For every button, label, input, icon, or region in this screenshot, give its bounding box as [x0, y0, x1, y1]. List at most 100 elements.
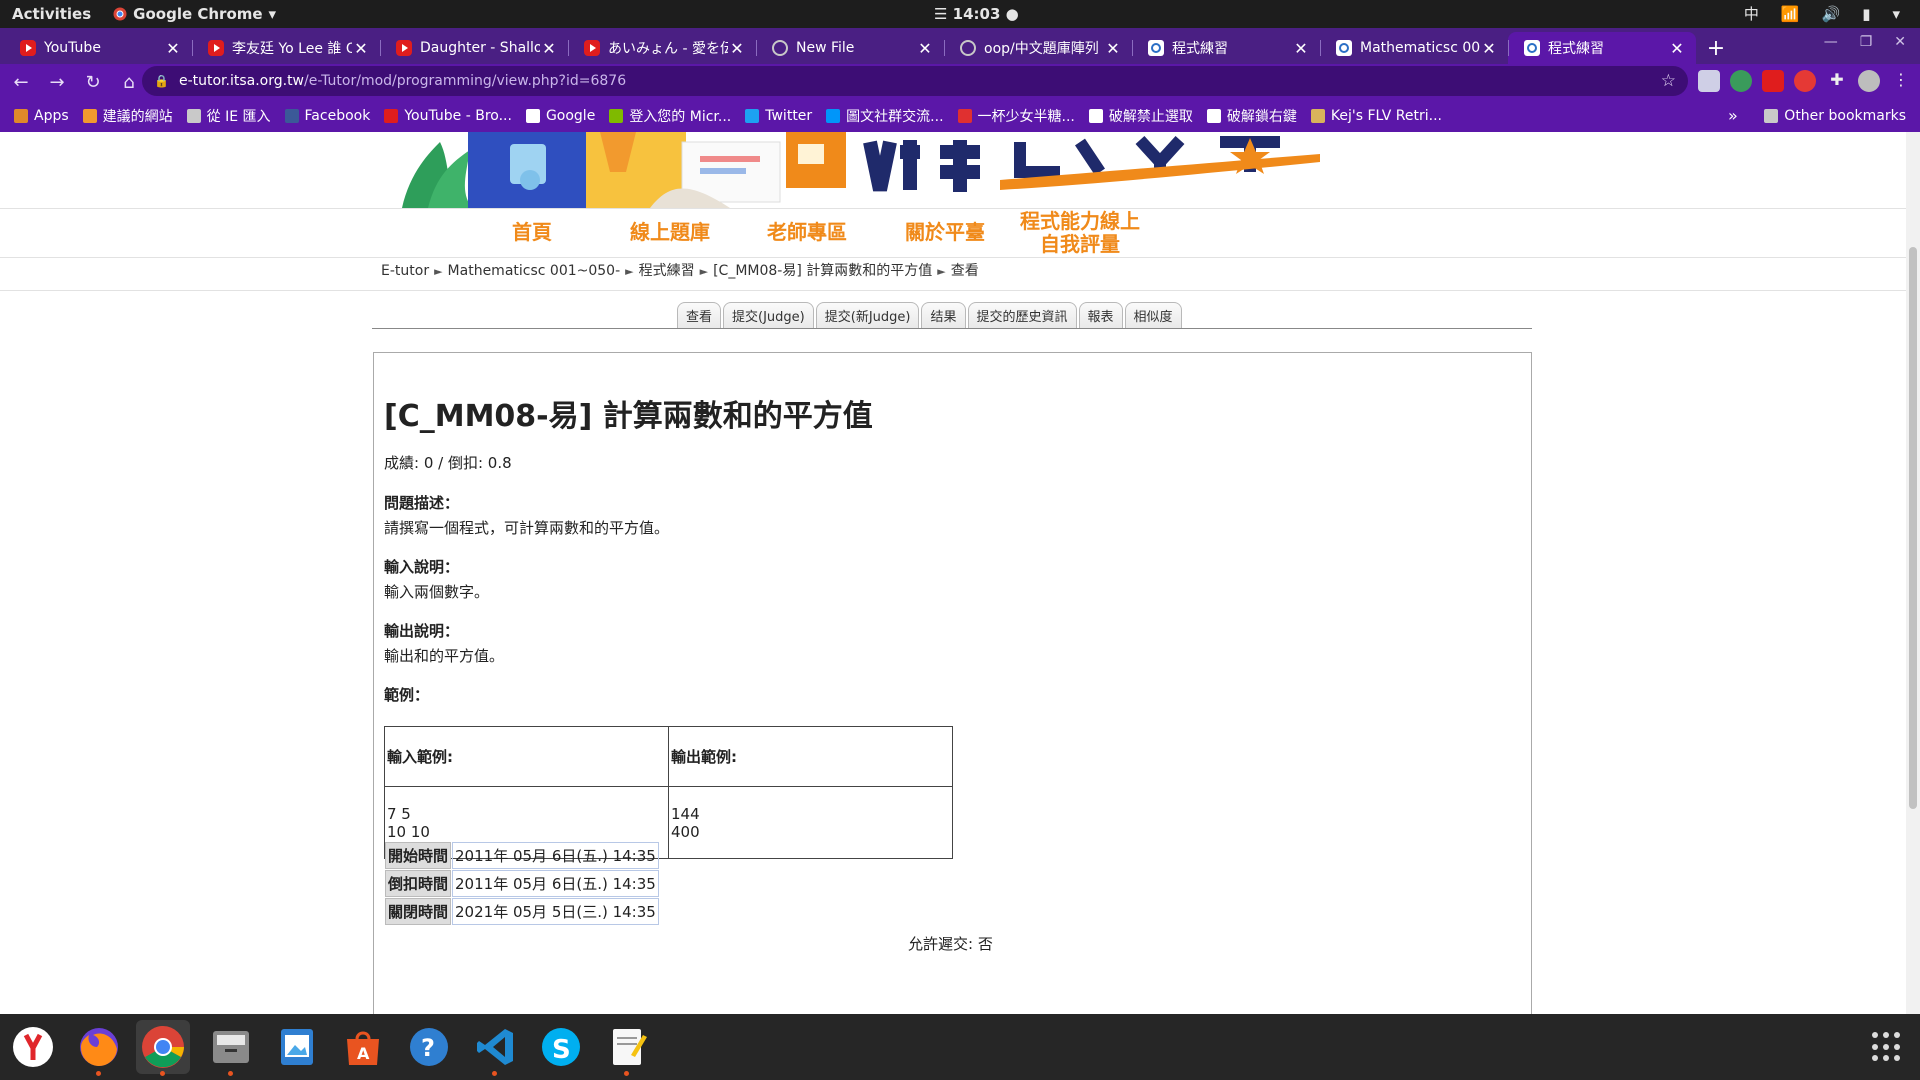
browser-tab[interactable]: 李友廷 Yo Lee 誰 O ✕ [192, 32, 380, 64]
bookmark-item[interactable]: 建議的網站 [82, 106, 173, 126]
extension-video-icon[interactable] [1762, 70, 1784, 92]
firefox-icon [80, 1028, 118, 1067]
dock-vscode[interactable] [468, 1020, 522, 1076]
bookmark-item[interactable]: 破解鎖右鍵 [1206, 106, 1297, 126]
nav-problem-bank[interactable]: 線上題庫 [630, 221, 710, 244]
close-tab-icon[interactable]: ✕ [728, 39, 746, 58]
close-tab-icon[interactable]: ✕ [352, 39, 370, 58]
penalty-time-label: 倒扣時間 [385, 870, 452, 897]
dock-skype[interactable]: S [534, 1020, 588, 1074]
browser-tab[interactable]: Daughter - Shallow✕ [380, 32, 568, 64]
browser-tab[interactable]: あいみょん - 愛を伝 ✕ [568, 32, 756, 64]
tab-similarity[interactable]: 相似度 [1124, 302, 1182, 328]
forward-button[interactable]: → [42, 67, 72, 97]
bookmark-item[interactable]: Facebook [284, 108, 370, 124]
activities-button[interactable]: Activities [12, 5, 91, 23]
close-window-icon[interactable]: ✕ [1894, 34, 1906, 50]
new-tab-button[interactable]: + [1696, 32, 1736, 64]
bookmark-item[interactable]: Google [525, 108, 595, 124]
bookmark-item[interactable]: 登入您的 Micr... [609, 106, 731, 126]
dock-help[interactable]: ? [402, 1020, 456, 1074]
start-time-label: 開始時間 [385, 842, 452, 869]
close-tab-icon[interactable]: ✕ [1104, 39, 1122, 58]
page-scrollbar[interactable] [1906, 132, 1920, 1014]
folder-icon [186, 109, 201, 123]
running-indicator [492, 1071, 497, 1076]
running-indicator [160, 1071, 165, 1076]
bookmark-item[interactable]: 圖文社群交流... [826, 106, 944, 126]
breadcrumb-module[interactable]: 程式練習 [639, 263, 695, 279]
other-bookmarks[interactable]: Other bookmarks [1764, 108, 1906, 124]
clock[interactable]: ☰ 14:03 ● [934, 5, 1019, 23]
extension-vpn-icon[interactable] [1730, 70, 1752, 92]
dock-yandex[interactable] [6, 1020, 60, 1074]
close-tab-icon[interactable]: ✕ [1668, 39, 1686, 58]
minimize-icon[interactable]: — [1824, 34, 1838, 50]
dock-chrome[interactable] [136, 1020, 190, 1076]
nav-about[interactable]: 關於平臺 [905, 221, 985, 244]
close-tab-icon[interactable]: ✕ [540, 39, 558, 58]
chrome-small-icon [113, 7, 127, 21]
tab-submission-history[interactable]: 提交的歷史資訊 [967, 302, 1077, 328]
bookmark-item[interactable]: 從 IE 匯入 [186, 106, 271, 126]
reload-button[interactable]: ↻ [78, 67, 108, 97]
tab-results[interactable]: 结果 [921, 302, 966, 328]
input-method-indicator[interactable]: 中 [1744, 3, 1759, 24]
extension-chat-icon[interactable] [1698, 70, 1720, 92]
chrome-menu-icon[interactable]: ⋮ [1890, 70, 1912, 92]
browser-tab[interactable]: Mathematicsc 001 ✕ [1320, 32, 1508, 64]
tab-reports[interactable]: 報表 [1078, 302, 1123, 328]
browser-tab[interactable]: 程式練習 ✕ [1132, 32, 1320, 64]
close-tab-icon[interactable]: ✕ [916, 39, 934, 58]
etutor-icon [1524, 40, 1540, 56]
dock-text-editor[interactable] [600, 1020, 654, 1076]
address-bar[interactable]: 🔒 e-tutor.itsa.org.tw/e-Tutor/mod/progra… [142, 66, 1688, 96]
bookmark-item[interactable]: 一杯少女半糖... [957, 106, 1075, 126]
back-button[interactable]: ← [6, 67, 36, 97]
show-applications-button[interactable] [1872, 1032, 1902, 1062]
nav-home[interactable]: 首頁 [512, 221, 552, 244]
bookmark-item[interactable]: Kej's FLV Retri... [1310, 108, 1442, 124]
globe-icon [1088, 109, 1103, 123]
lock-icon[interactable]: 🔒 [154, 74, 169, 88]
other-bookmarks-label: Other bookmarks [1784, 108, 1906, 124]
breadcrumb-etutor[interactable]: E-tutor [381, 263, 429, 279]
nav-self-assessment[interactable]: 程式能力線上 自我評量 [1020, 210, 1140, 256]
browser-tab[interactable]: New File ✕ [756, 32, 944, 64]
nav-teacher-zone[interactable]: 老師專區 [767, 221, 847, 244]
app-menu[interactable]: Google Chrome ▾ [113, 5, 276, 23]
home-button[interactable]: ⌂ [114, 67, 144, 97]
dock-firefox[interactable] [72, 1020, 126, 1076]
profile-avatar[interactable] [1858, 70, 1880, 92]
grid-dot-icon [1883, 1055, 1889, 1062]
breadcrumb-separator-icon: ► [937, 265, 946, 278]
close-tab-icon[interactable]: ✕ [1480, 39, 1498, 58]
extension-red-icon[interactable] [1794, 70, 1816, 92]
tab-view[interactable]: 查看 [677, 302, 722, 328]
scrollbar-thumb[interactable] [1909, 247, 1917, 809]
etutor-icon [1148, 40, 1164, 56]
extensions-puzzle-icon[interactable]: ✚ [1826, 70, 1848, 92]
dock-files[interactable] [204, 1020, 258, 1076]
more-bookmarks-button[interactable]: » [1728, 106, 1738, 125]
close-tab-icon[interactable]: ✕ [1292, 39, 1310, 58]
bookmark-item[interactable]: 破解禁止選取 [1088, 106, 1193, 126]
bookmark-item[interactable]: Twitter [745, 108, 812, 124]
tab-submit-judge[interactable]: 提交(Judge) [723, 302, 814, 328]
maximize-icon[interactable]: ❐ [1860, 34, 1873, 50]
browser-tab[interactable]: YouTube ✕ [4, 32, 192, 64]
grid-dot-icon [1894, 1055, 1900, 1062]
browser-tab[interactable]: 程式練習 ✕ [1508, 32, 1696, 64]
dock-software-center[interactable]: A [336, 1020, 390, 1074]
breadcrumb-course[interactable]: Mathematicsc 001~050- [448, 263, 621, 279]
system-tray[interactable]: 中 📶 🔊 ▮ ▾ [1744, 3, 1900, 24]
tab-submit-new-judge[interactable]: 提交(新Judge) [815, 302, 920, 328]
close-tab-icon[interactable]: ✕ [164, 39, 182, 58]
bookmark-item[interactable]: Apps [14, 108, 69, 124]
dock-image-viewer[interactable] [270, 1020, 324, 1074]
browser-tab[interactable]: oop/中文題庫陣列 ✕ [944, 32, 1132, 64]
example-input-line: 10 10 [387, 822, 430, 841]
breadcrumb-problem[interactable]: [C_MM08-易] 計算兩數和的平方值 [713, 263, 932, 279]
bookmark-item[interactable]: YouTube - Bro... [384, 108, 512, 124]
bookmark-star-icon[interactable]: ☆ [1661, 71, 1676, 91]
